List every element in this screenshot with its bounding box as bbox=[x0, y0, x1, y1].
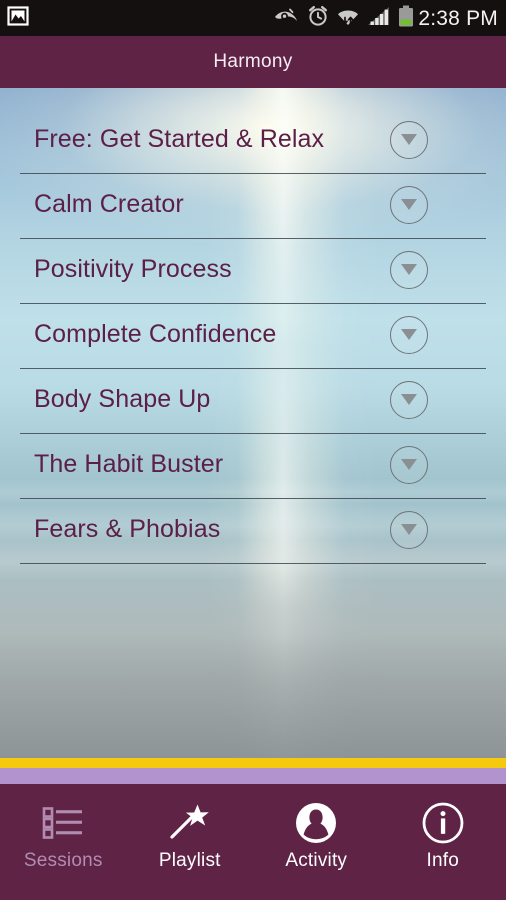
session-title: Positivity Process bbox=[34, 255, 232, 283]
wifi-icon bbox=[336, 5, 360, 32]
nav-tab-info[interactable]: Info bbox=[380, 784, 506, 900]
lilac-accent-stripe bbox=[0, 768, 506, 784]
app-screen: 2:38 PM Harmony Free: Get Started & Rela… bbox=[0, 0, 506, 900]
alarm-clock-icon bbox=[307, 5, 329, 32]
gallery-icon bbox=[7, 5, 29, 31]
chevron-down-icon[interactable] bbox=[390, 445, 428, 484]
session-title: Complete Confidence bbox=[34, 320, 277, 348]
chevron-down-icon[interactable] bbox=[390, 380, 428, 419]
magic-wand-icon bbox=[168, 800, 212, 846]
chevron-down-icon[interactable] bbox=[390, 185, 428, 224]
nav-tab-playlist[interactable]: Playlist bbox=[127, 784, 254, 900]
eye-icon bbox=[274, 6, 300, 31]
list-item[interactable]: Calm Creator bbox=[0, 172, 506, 237]
nav-tab-label: Sessions bbox=[23, 850, 103, 871]
cellular-signal-icon bbox=[367, 6, 391, 31]
session-title: Body Shape Up bbox=[34, 385, 211, 413]
gold-accent-stripe bbox=[0, 758, 506, 768]
chevron-down-icon[interactable] bbox=[390, 315, 428, 354]
nav-tab-label: Activity bbox=[285, 850, 348, 871]
status-bar-clock: 2:38 PM bbox=[418, 6, 498, 30]
session-list: Free: Get Started & Relax Calm Creator P… bbox=[0, 88, 506, 758]
status-bar-left-icons bbox=[7, 5, 29, 31]
page-title: Harmony bbox=[213, 51, 293, 72]
list-item[interactable]: The Habit Buster bbox=[0, 432, 506, 497]
session-title: Free: Get Started & Relax bbox=[34, 125, 325, 153]
chevron-down-icon[interactable] bbox=[390, 120, 428, 159]
list-divider bbox=[20, 563, 486, 564]
bottom-navigation-bar: Sessions Playlist Activity Info bbox=[0, 784, 506, 900]
list-item[interactable]: Fears & Phobias bbox=[0, 497, 506, 562]
list-item[interactable]: Complete Confidence bbox=[0, 302, 506, 367]
session-title: The Habit Buster bbox=[34, 450, 224, 478]
list-item[interactable]: Free: Get Started & Relax bbox=[0, 107, 506, 172]
session-title: Fears & Phobias bbox=[34, 515, 221, 543]
nav-tab-label: Playlist bbox=[158, 850, 221, 871]
status-bar-right-icons bbox=[274, 5, 414, 32]
list-item[interactable]: Body Shape Up bbox=[0, 367, 506, 432]
nav-tab-sessions[interactable]: Sessions bbox=[0, 784, 127, 900]
checklist-icon bbox=[42, 800, 84, 846]
session-title: Calm Creator bbox=[34, 190, 184, 218]
battery-icon bbox=[398, 5, 414, 32]
info-circle-icon bbox=[421, 800, 465, 846]
status-bar: 2:38 PM bbox=[0, 0, 506, 36]
chevron-down-icon[interactable] bbox=[390, 250, 428, 289]
nav-tab-activity[interactable]: Activity bbox=[253, 784, 380, 900]
person-circle-icon bbox=[294, 800, 338, 846]
nav-tab-label: Info bbox=[426, 850, 459, 871]
chevron-down-icon[interactable] bbox=[390, 510, 428, 549]
list-item[interactable]: Positivity Process bbox=[0, 237, 506, 302]
app-title-bar: Harmony bbox=[0, 36, 506, 88]
